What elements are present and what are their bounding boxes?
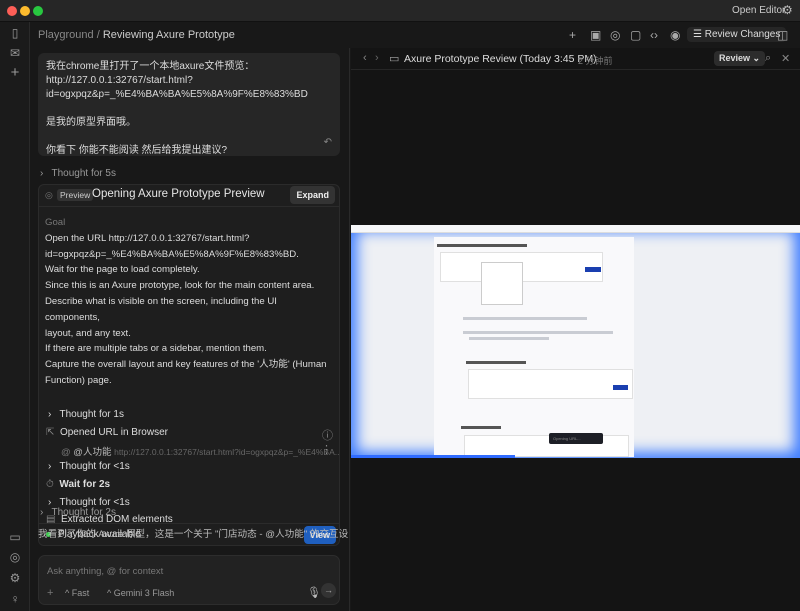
review-changes-label: Review Changes (704, 29, 781, 40)
more-icon[interactable]: ⋮ (321, 443, 332, 456)
back-icon[interactable]: ‹ (363, 52, 367, 64)
new-chat-plus-icon[interactable]: + (8, 65, 22, 80)
goal-line: Capture the overall layout and key featu… (45, 359, 327, 371)
preview-badge: Preview (57, 189, 94, 201)
minimize-window-button[interactable] (20, 6, 30, 16)
thought-label: Thought for 5s (51, 168, 116, 179)
message-line: 是我的原型界面哦。 (46, 117, 136, 128)
terminal-icon[interactable]: ▢ (630, 28, 641, 42)
task-card: ◎ Preview Opening Axure Prototype Previe… (38, 184, 340, 546)
breadcrumb: Playground / Reviewing Axure Prototype (38, 29, 235, 41)
close-icon[interactable]: ✕ (781, 52, 790, 65)
opened-url-step: ⇱ Opened URL in Browser (46, 427, 168, 438)
globe-icon: ◎ (45, 190, 53, 200)
step-title: Wait for 2s (59, 479, 111, 490)
goal-line: id=ogxpqz&p=_%E4%BA%BA%E5%8A%9F%E8%83%BD… (45, 248, 299, 260)
model-label: Gemini 3 Flash (113, 588, 175, 598)
wait-step: ⏱ Wait for 2s (46, 479, 110, 490)
list-icon: ☰ (693, 29, 705, 40)
message-line: http://127.0.0.1:32767/start.html? (46, 75, 193, 86)
message-line: id=ogxpqz&p=_%E4%BA%BA%E5%8A%9F%E8%83%BD (46, 89, 308, 100)
mode-label: Fast (71, 588, 90, 598)
attach-plus-icon[interactable]: + (47, 587, 53, 599)
left-rail: ▯ ✉ + ▭ ◎ ⚙ ♀ (0, 22, 30, 611)
goal-line: Function) page. (45, 374, 112, 386)
preview-title: Axure Prototype Review (Today 3:45 PM) (404, 53, 597, 65)
expand-button[interactable]: Expand (290, 186, 335, 204)
inbox-icon[interactable]: ✉ (8, 46, 22, 60)
goal-line: Wait for the page to load completely. (45, 264, 200, 276)
thought-label: Thought for 1s (59, 409, 124, 420)
sidebar-toggle-icon[interactable]: ▯ (8, 26, 22, 40)
breadcrumb-current: Reviewing Axure Prototype (102, 29, 235, 41)
eye-icon[interactable]: ◉ (670, 28, 680, 42)
message-line: 你看下 你能不能阅读 然后给我提出建议? (46, 145, 228, 156)
chrome-icon[interactable]: ◎ (610, 28, 620, 42)
settings-icon[interactable]: ⚙ (8, 571, 22, 585)
goal-label: Goal (45, 217, 66, 228)
review-label: Review (719, 53, 751, 63)
docs-book-icon[interactable]: ▭ (8, 530, 22, 544)
search-icon[interactable]: ⌕ (765, 52, 771, 65)
folder-icon[interactable]: ▣ (590, 28, 601, 42)
timer-icon: ⏱ (46, 479, 54, 490)
title-bar: Open Editor ⚙ (0, 0, 800, 22)
loading-toast: Opening URL... (549, 433, 603, 444)
maximize-window-button[interactable] (33, 6, 43, 16)
thought-toggle[interactable]: › Thought for 5s (40, 168, 116, 179)
chat-input[interactable]: Ask anything, @ for context (47, 566, 163, 577)
thought-toggle[interactable]: › Thought for 2s (40, 507, 116, 518)
settings-gear-icon[interactable]: ⚙ (782, 3, 793, 17)
external-link-icon: ⇱ (46, 427, 55, 438)
url-link[interactable]: http://127.0.0.1:32767/start.html?id=ogx… (114, 447, 339, 457)
forward-icon[interactable]: › (375, 52, 379, 64)
thought-label: Thought for 2s (51, 507, 116, 518)
microphone-icon[interactable]: 🎙 (307, 586, 321, 599)
user-message: 我在chrome里打开了一个本地axure文件预览： http://127.0.… (38, 53, 340, 156)
time-ago: 2 分钟前 (578, 56, 613, 66)
assistant-reply: 我看到了你的 Axure 原型，这是一个关于 "门店动态 - @人功能" 的交互… (38, 529, 349, 540)
page-name: @人功能 (73, 447, 112, 458)
goal-section: Goal Open the URL http://127.0.0.1:32767… (39, 207, 339, 397)
task-title: Opening Axure Prototype Preview (92, 188, 265, 200)
lightbulb-icon[interactable]: ♀ (8, 592, 22, 606)
breadcrumb-parent[interactable]: Playground (38, 29, 94, 41)
browser-icon[interactable]: ◎ (8, 550, 22, 564)
video-icon[interactable]: ▭ (389, 52, 399, 65)
goal-line: layout, and any text. (45, 327, 131, 339)
thought-label: Thought for <1s (59, 461, 130, 472)
add-icon[interactable]: + (569, 28, 576, 42)
goal-line: Open the URL http://127.0.0.1:32767/star… (45, 232, 250, 244)
review-dropdown[interactable]: Review ⌄ (714, 51, 766, 66)
goal-line: Since this is an Axure prototype, look f… (45, 280, 315, 292)
step-title: Opened URL in Browser (59, 427, 168, 438)
model-select[interactable]: ^ Gemini 3 Flash (107, 588, 174, 598)
review-changes-button[interactable]: ☰ Review Changes (687, 27, 787, 42)
close-window-button[interactable] (7, 6, 17, 16)
chat-panel: 我在chrome里打开了一个本地axure文件预览： http://127.0.… (30, 48, 350, 611)
send-button[interactable]: → (321, 583, 336, 598)
breadcrumb-separator: / (96, 29, 100, 41)
panel-toggle-icon[interactable]: ◫ (777, 28, 788, 42)
mode-select[interactable]: ^ Fast (65, 588, 89, 598)
at-icon: @ (61, 447, 71, 458)
thought-toggle[interactable]: › Thought for <1s (48, 461, 130, 472)
thought-toggle[interactable]: › Thought for 1s (48, 409, 124, 420)
message-line: 我在chrome里打开了一个本地axure文件预览： (46, 61, 255, 72)
composer: Ask anything, @ for context + ^ Fast ^ G… (38, 555, 340, 605)
browser-preview-screenshot[interactable]: Opening URL... (351, 225, 800, 458)
info-icon[interactable]: ⓘ (322, 427, 333, 443)
loading-progress (351, 455, 515, 458)
goal-line: Describe what is visible on the screen, … (45, 295, 277, 323)
code-icon[interactable]: ‹› (650, 28, 658, 42)
undo-icon[interactable]: ↶ (324, 136, 332, 150)
url-row: @ @人功能 http://127.0.0.1:32767/start.html… (61, 444, 339, 458)
open-editor-button[interactable]: Open Editor (732, 5, 785, 16)
goal-line: If there are multiple tabs or a sidebar,… (45, 343, 267, 355)
